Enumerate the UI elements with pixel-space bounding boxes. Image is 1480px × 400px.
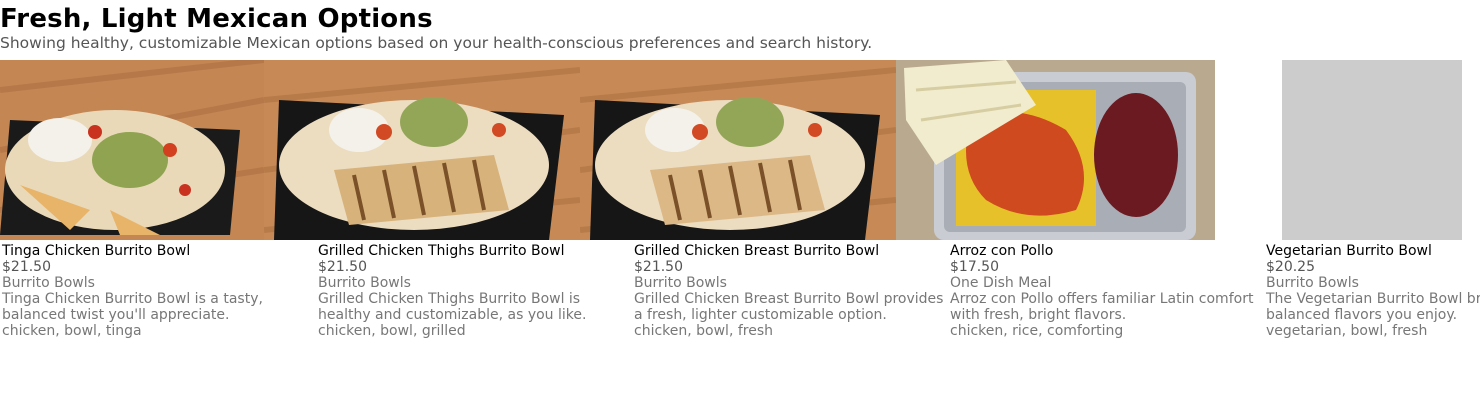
product-tags: chicken, bowl, fresh — [634, 323, 774, 339]
product-description: Tinga Chicken Burrito Bowl is a tasty, b… — [2, 291, 263, 323]
product-price: $21.50 — [634, 259, 683, 275]
product-description: The Vegetarian Burrito Bowl brings fresh… — [1266, 291, 1480, 323]
product-name[interactable]: Grilled Chicken Thighs Burrito Bowl — [318, 243, 628, 259]
product-tags: vegetarian, bowl, fresh — [1266, 323, 1428, 339]
product-category: One Dish Meal — [950, 275, 1052, 291]
tinga-bowl-image[interactable] — [0, 60, 264, 240]
product-description: Arroz con Pollo offers familiar Latin co… — [950, 291, 1254, 323]
product-name[interactable]: Tinga Chicken Burrito Bowl — [2, 243, 312, 259]
page-title: Fresh, Light Mexican Options — [0, 4, 433, 34]
product-price: $21.50 — [318, 259, 367, 275]
product-price: $20.25 — [1266, 259, 1315, 275]
product-card[interactable]: Vegetarian Burrito Bowl $20.25 Burrito B… — [1212, 60, 1480, 339]
product-card[interactable]: Grilled Chicken Breast Burrito Bowl $21.… — [580, 60, 943, 339]
product-category: Burrito Bowls — [2, 275, 95, 291]
product-tags: chicken, bowl, tinga — [2, 323, 142, 339]
product-price: $17.50 — [950, 259, 999, 275]
product-category: Burrito Bowls — [1266, 275, 1359, 291]
product-card[interactable]: Grilled Chicken Thighs Burrito Bowl $21.… — [264, 60, 586, 339]
product-name[interactable]: Arroz con Pollo — [950, 243, 1260, 259]
grilled-breast-bowl-image[interactable] — [580, 60, 896, 240]
product-card[interactable]: Arroz con Pollo $17.50 One Dish Meal Arr… — [896, 60, 1253, 339]
product-category: Burrito Bowls — [634, 275, 727, 291]
page-subtitle: Showing healthy, customizable Mexican op… — [0, 34, 873, 52]
product-category: Burrito Bowls — [318, 275, 411, 291]
product-name[interactable]: Grilled Chicken Breast Burrito Bowl — [634, 243, 944, 259]
arroz-con-pollo-image[interactable] — [896, 60, 1215, 240]
grilled-thigh-bowl-image[interactable] — [264, 60, 580, 240]
product-tags: chicken, bowl, grilled — [318, 323, 466, 339]
product-name[interactable]: Vegetarian Burrito Bowl — [1266, 243, 1480, 259]
product-tags: chicken, rice, comforting — [950, 323, 1124, 339]
product-description: Grilled Chicken Thighs Burrito Bowl is h… — [318, 291, 587, 323]
image-placeholder[interactable] — [1212, 60, 1480, 240]
product-carousel: Tinga Chicken Burrito Bowl $21.50 Burrit… — [0, 60, 1480, 400]
product-description: Grilled Chicken Breast Burrito Bowl prov… — [634, 291, 944, 323]
product-price: $21.50 — [2, 259, 51, 275]
